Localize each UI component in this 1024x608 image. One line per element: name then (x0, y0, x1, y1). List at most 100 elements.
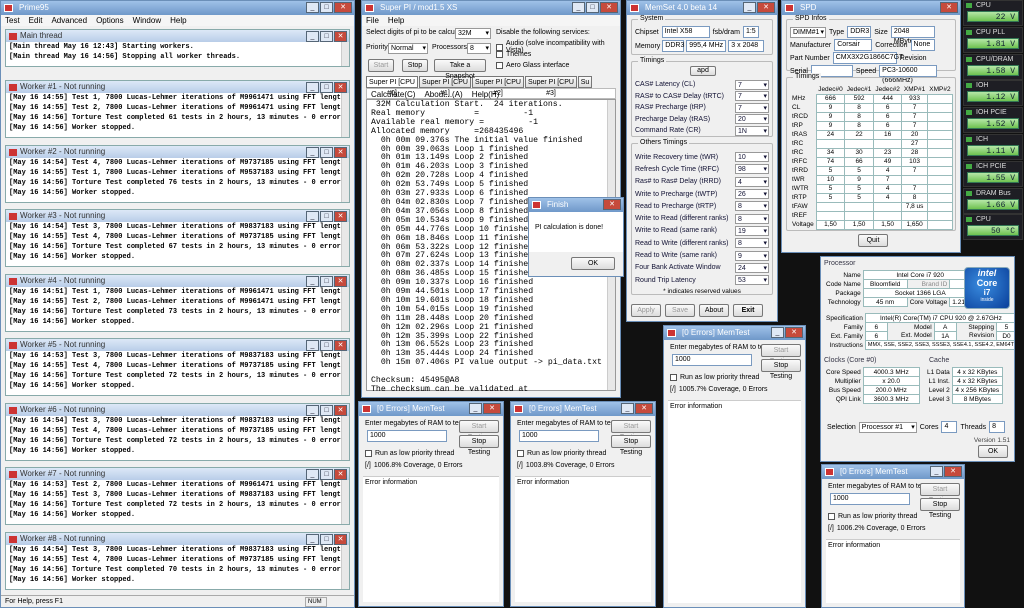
close-button[interactable]: ✕ (635, 403, 653, 414)
minimize-button[interactable]: _ (306, 275, 319, 287)
minimize-button[interactable]: _ (621, 403, 634, 414)
worker-panel[interactable]: Worker #2 - Not running _ □ ✕ [May 16 14:54]… (5, 144, 350, 203)
minimize-button[interactable]: _ (306, 2, 319, 13)
memtest-titlebar[interactable]: [0 Errors] MemTest _ ✕ (359, 402, 503, 416)
panel-scrollbar[interactable] (341, 222, 349, 266)
close-button[interactable]: ✕ (785, 327, 803, 338)
worker-panel[interactable]: Worker #5 - Not running _ □ ✕ [May 16 14:53]… (5, 338, 350, 396)
worker-panel[interactable]: Worker #4 - Not running _ □ ✕ [May 16 14:51]… (5, 273, 350, 332)
processor-select[interactable]: Processor #1 (858, 421, 917, 433)
timing-select[interactable]: 8 (735, 213, 769, 224)
panel-title[interactable]: Worker #7 - Not running _ □ ✕ (6, 468, 349, 480)
megabytes-input[interactable]: 1000 (830, 493, 910, 505)
minimize-button[interactable]: _ (306, 31, 319, 42)
panel-scrollbar[interactable] (341, 415, 349, 460)
timing-select[interactable]: 9 (735, 250, 769, 261)
panel-title[interactable]: Worker #2 - Not running _ □ ✕ (6, 145, 349, 158)
close-button[interactable]: ✕ (334, 211, 347, 222)
close-button[interactable]: ✕ (483, 403, 501, 414)
minimize-button[interactable]: _ (306, 340, 319, 351)
timing-select[interactable]: 8 (735, 201, 769, 212)
priority-select[interactable]: Normal (388, 43, 428, 54)
timing-select[interactable]: 7 (735, 91, 769, 102)
worker-panel[interactable]: Worker #6 - Not running _ □ ✕ [May 16 14:54]… (5, 402, 350, 461)
menu-about[interactable]: About...(A) (424, 89, 462, 99)
timing-select[interactable]: 1N (735, 125, 769, 136)
dimm-select[interactable]: DIMM#1 (790, 26, 826, 38)
maximize-button[interactable]: □ (320, 146, 333, 158)
maximize-button[interactable]: □ (586, 2, 599, 13)
finish-ok-button[interactable]: OK (571, 257, 615, 270)
megabytes-input[interactable]: 1000 (367, 430, 447, 442)
panel-title[interactable]: Worker #3 - Not running _ □ ✕ (6, 210, 349, 222)
menu-edit[interactable]: Edit (29, 15, 43, 26)
timing-select[interactable]: 19 (735, 225, 769, 236)
start-testing-button[interactable]: Start Testing (761, 344, 801, 365)
apply-button[interactable]: Apply (631, 304, 661, 317)
timing-select[interactable]: 26 (735, 189, 769, 200)
timing-select[interactable]: 7 (735, 102, 769, 113)
minimize-button[interactable]: _ (306, 146, 319, 158)
maximize-button[interactable]: □ (320, 404, 333, 416)
menu-window[interactable]: Window (133, 15, 161, 26)
exit-button[interactable]: Exit (733, 304, 763, 317)
megabytes-input[interactable]: 1000 (672, 354, 752, 366)
aero-checkbox[interactable] (496, 62, 503, 69)
menu-options[interactable]: Options (96, 15, 124, 26)
panel-title[interactable]: Worker #1 - Not running _ □ ✕ (6, 81, 349, 93)
close-button[interactable]: ✕ (603, 199, 621, 210)
memtest-titlebar[interactable]: [0 Errors] MemTest _ ✕ (511, 402, 655, 416)
audio-checkbox[interactable] (496, 43, 503, 51)
close-button[interactable]: ✕ (944, 466, 962, 477)
menu-file[interactable]: File (366, 15, 379, 26)
close-button[interactable]: ✕ (940, 2, 958, 13)
memtest-titlebar[interactable]: [0 Errors] MemTest _ ✕ (822, 465, 964, 479)
main-thread-panel[interactable]: Main thread _ □ ✕ [Main thread May 16 12:43]… (5, 29, 350, 67)
maximize-button[interactable]: □ (320, 469, 333, 480)
superpi-titlebar[interactable]: Super PI / mod1.5 XS _ □ ✕ (362, 1, 620, 15)
timing-select[interactable]: 8 (735, 238, 769, 249)
spd-quit-button[interactable]: Quit (858, 234, 888, 247)
start-testing-button[interactable]: Start Testing (920, 483, 960, 504)
minimize-button[interactable]: _ (306, 469, 319, 480)
low-priority-checkbox[interactable] (828, 513, 835, 520)
menu-help-sub[interactable]: Help(H) (472, 89, 500, 99)
menu-calculate[interactable]: Calculate(C) (371, 89, 415, 99)
tab-cpu2[interactable]: Super PI [CPU #2] (472, 76, 524, 97)
start-testing-button[interactable]: Start Testing (459, 420, 499, 441)
worker-panel[interactable]: Worker #7 - Not running _ □ ✕ [May 16 14:53]… (5, 467, 350, 525)
digits-select[interactable]: 32M (455, 28, 491, 39)
close-button[interactable]: ✕ (757, 2, 775, 13)
maximize-button[interactable]: □ (320, 340, 333, 351)
finish-titlebar[interactable]: Finish ✕ (529, 198, 623, 212)
timing-select[interactable]: 24 (735, 262, 769, 273)
low-priority-checkbox[interactable] (365, 450, 372, 457)
low-priority-checkbox[interactable] (670, 374, 677, 381)
minimize-button[interactable]: _ (469, 403, 482, 414)
timing-select[interactable]: 4 (735, 176, 769, 187)
panel-scrollbar[interactable] (341, 544, 349, 589)
close-button[interactable]: ✕ (334, 533, 347, 545)
close-button[interactable]: ✕ (334, 469, 347, 480)
tab-cpu0[interactable]: Super PI [CPU #0] (366, 76, 418, 97)
maximize-button[interactable]: □ (320, 31, 333, 42)
prime95-titlebar[interactable]: Prime95 _ □ ✕ (1, 1, 354, 15)
minimize-button[interactable]: _ (306, 82, 319, 93)
panel-scrollbar[interactable] (341, 157, 349, 202)
maximize-button[interactable]: □ (320, 2, 333, 13)
close-button[interactable]: ✕ (334, 275, 347, 287)
close-button[interactable]: ✕ (334, 31, 347, 42)
cpuz-ok-button[interactable]: OK (978, 445, 1008, 458)
panel-scrollbar[interactable] (341, 93, 349, 137)
low-priority-checkbox[interactable] (517, 450, 524, 457)
close-button[interactable]: ✕ (334, 82, 347, 93)
worker-panel[interactable]: Worker #3 - Not running _ □ ✕ [May 16 14:54]… (5, 209, 350, 267)
timing-select[interactable]: 10 (735, 152, 769, 163)
stop-testing-button[interactable]: Stop Testing (761, 359, 801, 380)
stop-testing-button[interactable]: Stop Testing (611, 435, 651, 456)
menu-advanced[interactable]: Advanced (51, 15, 87, 26)
panel-scrollbar[interactable] (341, 42, 349, 66)
panel-title[interactable]: Worker #8 - Not running _ □ ✕ (6, 532, 349, 545)
minimize-button[interactable]: _ (306, 533, 319, 545)
minimize-button[interactable]: _ (572, 2, 585, 13)
